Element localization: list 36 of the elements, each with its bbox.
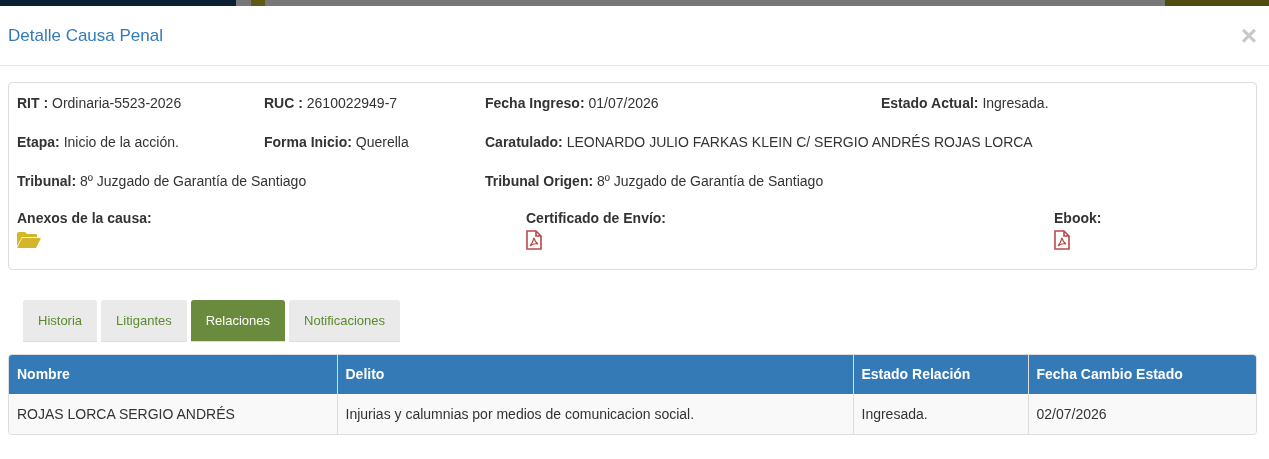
table-cell: Injurias y calumnias por medios de comunicacion social.: [337, 394, 853, 434]
field-label: Forma Inicio:: [264, 134, 352, 150]
pdf-icon[interactable]: [1054, 230, 1070, 251]
field-value: 8º Juzgado de Garantía de Santiago: [597, 173, 824, 189]
field-value: 2610022949-7: [306, 95, 398, 111]
field-value: Ordinaria-5523-2026: [52, 95, 182, 111]
column-header: Delito: [337, 355, 853, 394]
table-cell: Ingresada.: [853, 394, 1028, 434]
field-value: LEONARDO JULIO FARKAS KLEIN C/ SERGIO ANDRÉS ROJAS LORCA: [566, 134, 1033, 150]
field-label: Tribunal:: [17, 173, 77, 189]
tab[interactable]: Relaciones: [190, 300, 286, 342]
pdf-icon[interactable]: [526, 230, 542, 251]
field-label: Anexos de la causa:: [17, 209, 153, 228]
column-header: Fecha Cambio Estado: [1028, 355, 1256, 394]
table-cell: ROJAS LORCA SERGIO ANDRÉS: [9, 394, 337, 434]
field-label: Fecha Ingreso:: [485, 95, 585, 111]
table-cell: 02/07/2026: [1028, 394, 1256, 434]
field-label: Certificado de Envío:: [526, 209, 668, 228]
field-label: Etapa:: [17, 134, 60, 150]
field-value: Inicio de la acción.: [63, 134, 179, 150]
modal-title: Detalle Causa Penal: [8, 25, 163, 47]
field-value: 01/07/2026: [588, 95, 659, 111]
tab[interactable]: Litigantes: [101, 300, 187, 342]
tab[interactable]: Historia: [23, 300, 98, 342]
field-value: 8º Juzgado de Garantía de Santiago: [80, 173, 307, 189]
column-header: Estado Relación: [853, 355, 1028, 394]
tab[interactable]: Notificaciones: [289, 300, 400, 342]
field-label: Caratulado:: [485, 134, 563, 150]
field-label: Estado Actual:: [881, 95, 979, 111]
field-label: Ebook:: [1054, 209, 1103, 228]
field-value: Ingresada.: [982, 95, 1049, 111]
field-label: RIT :: [17, 95, 49, 111]
field-label: RUC :: [264, 95, 303, 111]
field-value: Querella: [355, 134, 409, 150]
field-label: Tribunal Origen:: [485, 173, 594, 189]
column-header: Nombre: [9, 355, 337, 394]
